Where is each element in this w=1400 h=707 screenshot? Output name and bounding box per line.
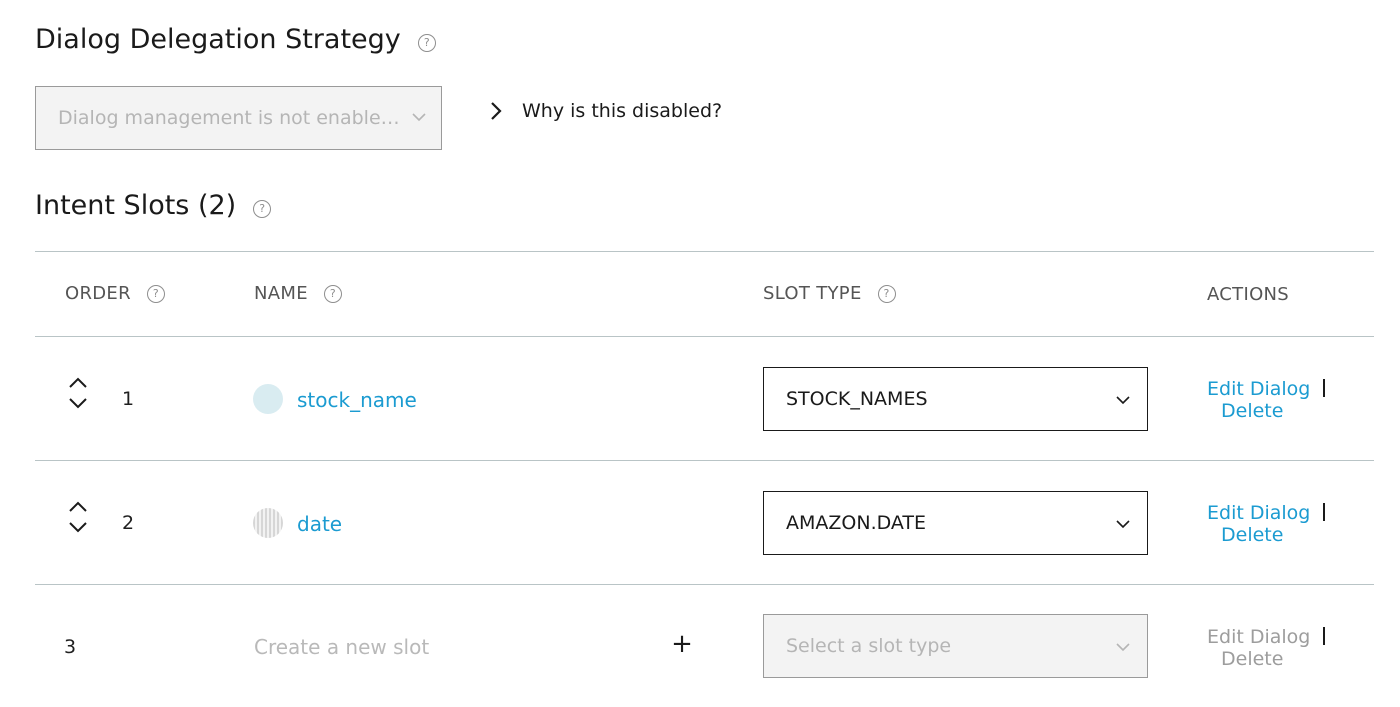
row-divider — [35, 460, 1374, 461]
intent-slots-title: Intent Slots (2) ? — [35, 190, 272, 221]
column-header-name: NAME ? — [254, 283, 342, 304]
why-disabled-link[interactable]: Why is this disabled? — [488, 100, 722, 122]
slot-order: 2 — [122, 512, 135, 534]
slot-name-link[interactable]: date — [297, 512, 342, 536]
action-separator — [1323, 503, 1325, 521]
slot-type-select[interactable]: AMAZON.DATE — [763, 491, 1148, 555]
slot-order: 1 — [122, 388, 135, 410]
row-actions: Edit Dialog Delete — [1207, 626, 1337, 670]
edit-dialog-link: Edit Dialog — [1207, 626, 1311, 648]
chevron-down-icon — [1116, 520, 1130, 529]
slot-type-value: AMAZON.DATE — [786, 512, 927, 534]
row-divider — [35, 584, 1374, 585]
help-icon[interactable]: ? — [417, 33, 436, 52]
delete-link[interactable]: Delete — [1221, 400, 1337, 422]
table-top-divider — [35, 251, 1374, 252]
help-icon[interactable]: ? — [253, 199, 272, 218]
slot-type-select[interactable]: STOCK_NAMES — [763, 367, 1148, 431]
help-icon[interactable]: ? — [877, 284, 896, 303]
plus-icon[interactable]: + — [671, 631, 693, 657]
slot-type-value: STOCK_NAMES — [786, 388, 928, 410]
delete-link: Delete — [1221, 648, 1284, 670]
new-slot-name-input[interactable]: Create a new slot — [254, 635, 429, 659]
delegation-title-text: Dialog Delegation Strategy — [35, 24, 401, 55]
chevron-up-icon[interactable] — [68, 501, 88, 513]
action-separator — [1323, 379, 1325, 397]
chevron-down-icon[interactable] — [68, 521, 88, 533]
intent-slots-title-text: Intent Slots (2) — [35, 190, 237, 221]
delegation-select-value: Dialog management is not enabled f… — [58, 107, 408, 129]
chevron-down-icon — [1116, 643, 1130, 652]
chevron-up-icon[interactable] — [68, 377, 88, 389]
chevron-down-icon — [1116, 396, 1130, 405]
new-slot-type-select[interactable]: Select a slot type — [763, 614, 1148, 678]
column-header-actions-label: ACTIONS — [1207, 284, 1290, 305]
column-header-order-label: ORDER — [65, 283, 131, 304]
new-slot-order: 3 — [64, 636, 77, 658]
reorder-controls — [66, 377, 90, 409]
column-header-order: ORDER ? — [65, 283, 165, 304]
slot-name-link[interactable]: stock_name — [297, 388, 417, 412]
column-header-name-label: NAME — [254, 283, 308, 304]
column-header-slot-type: SLOT TYPE ? — [763, 283, 896, 304]
edit-dialog-link[interactable]: Edit Dialog — [1207, 378, 1310, 400]
slot-color-dot — [253, 508, 283, 538]
why-disabled-label: Why is this disabled? — [522, 100, 723, 122]
reorder-controls — [66, 501, 90, 533]
column-header-actions: ACTIONS — [1207, 284, 1289, 305]
slot-color-dot — [253, 384, 283, 414]
help-icon[interactable]: ? — [323, 284, 342, 303]
new-slot-type-placeholder: Select a slot type — [786, 635, 952, 657]
header-divider — [35, 336, 1374, 337]
edit-dialog-link[interactable]: Edit Dialog — [1207, 502, 1310, 524]
chevron-down-icon — [412, 113, 426, 122]
delete-link[interactable]: Delete — [1221, 524, 1337, 546]
column-header-slot-type-label: SLOT TYPE — [763, 283, 862, 304]
row-actions: Edit Dialog Delete — [1207, 502, 1337, 546]
chevron-down-icon[interactable] — [68, 397, 88, 409]
chevron-right-icon — [491, 102, 502, 120]
intent-slots-page: Dialog Delegation Strategy ? Dialog mana… — [0, 0, 1400, 707]
help-icon[interactable]: ? — [146, 284, 165, 303]
action-separator — [1323, 627, 1325, 645]
delegation-title: Dialog Delegation Strategy ? — [35, 24, 436, 55]
delegation-strategy-select: Dialog management is not enabled f… — [35, 86, 442, 150]
row-actions: Edit Dialog Delete — [1207, 378, 1337, 422]
